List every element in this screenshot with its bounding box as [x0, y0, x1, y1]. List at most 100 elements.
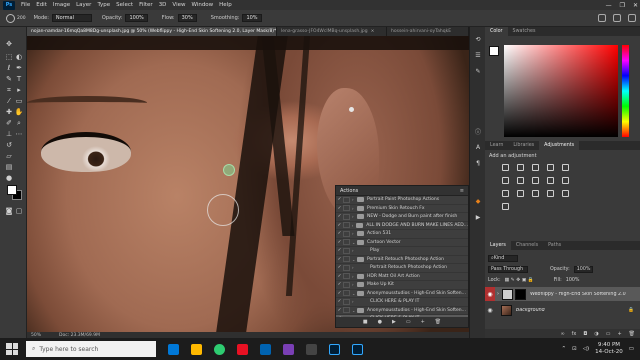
- healing-brush-tool-icon[interactable]: ✚: [5, 108, 13, 116]
- paragraph-icon[interactable]: ¶: [474, 159, 482, 167]
- photo-filter-icon[interactable]: [546, 177, 554, 184]
- marquee-tool-icon[interactable]: ⬚: [5, 53, 13, 61]
- stop-icon[interactable]: ■: [363, 319, 368, 325]
- more-tools-icon[interactable]: ⋯: [15, 130, 23, 138]
- zoom-level[interactable]: 50%: [31, 333, 41, 338]
- 3d-icon[interactable]: ◆: [474, 197, 482, 205]
- action-row[interactable]: ✓ › CLICK HERE & PLAY IT: [336, 298, 468, 307]
- foreground-color-swatch[interactable]: [489, 46, 499, 56]
- tab-document-3[interactable]: hossein-ahirvani-oyTahqkE: [387, 27, 469, 36]
- play-icon[interactable]: ▶: [392, 319, 396, 325]
- mode-select[interactable]: Normal: [51, 14, 92, 22]
- fx-icon[interactable]: fx: [572, 331, 577, 337]
- action-row[interactable]: ✓ › Play: [336, 247, 468, 256]
- hue-slider[interactable]: [622, 45, 629, 137]
- chevron-up-icon[interactable]: ⌃: [562, 346, 567, 352]
- character-icon[interactable]: A: [474, 143, 482, 151]
- menu-view[interactable]: View: [172, 2, 185, 8]
- color-lookup-icon[interactable]: [502, 190, 509, 197]
- brightness-contrast-icon[interactable]: [502, 164, 509, 171]
- close-icon[interactable]: ×: [371, 29, 375, 34]
- menu-layer[interactable]: Layer: [76, 2, 91, 8]
- menu-window[interactable]: Window: [191, 2, 213, 8]
- adjustment-layer-icon[interactable]: ◑: [594, 331, 598, 337]
- file-explorer-icon[interactable]: [191, 343, 202, 355]
- task-view-icon[interactable]: [168, 343, 179, 355]
- close-button[interactable]: ✕: [633, 2, 638, 9]
- gradient-tool-icon[interactable]: ▤: [5, 163, 13, 171]
- zoom-tool-icon[interactable]: ⌕: [15, 119, 23, 127]
- curves-icon[interactable]: [531, 164, 539, 171]
- layer-mask-thumbnail[interactable]: [515, 288, 526, 300]
- threshold-icon[interactable]: [546, 190, 554, 197]
- visibility-eye-icon[interactable]: ◉: [485, 287, 495, 301]
- trash-icon[interactable]: 🗑: [629, 331, 635, 337]
- screen-mode-icon[interactable]: ▢: [15, 207, 23, 215]
- blend-mode-select[interactable]: Pass Through: [488, 265, 528, 273]
- tab-adjustments[interactable]: Adjustments: [539, 141, 580, 150]
- share-icon[interactable]: [628, 14, 636, 22]
- gradient-map-icon[interactable]: [561, 190, 569, 197]
- history-icon[interactable]: ⟲: [474, 35, 482, 43]
- action-row[interactable]: ✓ ⌄ Anonymousstudios - High-End Skin Softe…: [336, 290, 468, 298]
- brush-size[interactable]: 200: [17, 16, 26, 21]
- actions-icon[interactable]: ▶: [474, 213, 482, 221]
- new-group-icon[interactable]: ▭: [606, 331, 611, 337]
- action-row[interactable]: ✓ › Portrait Retouch Photoshop Action: [336, 264, 468, 273]
- menu-edit[interactable]: Edit: [36, 2, 47, 8]
- menu-help[interactable]: Help: [219, 2, 232, 8]
- workspace-icon[interactable]: [613, 14, 621, 22]
- vibrance-icon[interactable]: [561, 164, 569, 171]
- tab-layers[interactable]: Layers: [485, 241, 511, 250]
- tab-swatches[interactable]: Swatches: [508, 27, 541, 36]
- channel-mixer-icon[interactable]: [561, 177, 569, 184]
- taskbar-search-input[interactable]: ⌕ Type here to search: [26, 341, 156, 357]
- crop-tool-icon[interactable]: ⌗: [5, 86, 13, 94]
- hand-tool-icon[interactable]: ✋: [15, 108, 24, 116]
- menu-type[interactable]: Type: [97, 2, 110, 8]
- eraser-tool-icon[interactable]: ▱: [5, 152, 13, 160]
- tab-learn[interactable]: Learn: [485, 141, 508, 150]
- trash-icon[interactable]: 🗑: [435, 319, 441, 325]
- menu-select[interactable]: Select: [116, 2, 133, 8]
- history-brush-tool-icon[interactable]: ↺: [5, 141, 13, 149]
- eyedropper-tool-icon[interactable]: ⁄: [5, 97, 13, 105]
- tab-libraries[interactable]: Libraries: [508, 141, 539, 150]
- new-action-icon[interactable]: +: [421, 319, 425, 325]
- chevron-right-icon[interactable]: ›: [497, 291, 499, 297]
- new-set-icon[interactable]: ▭: [406, 319, 411, 325]
- dodge-tool-icon[interactable]: ◐: [15, 53, 23, 61]
- link-icon[interactable]: ∞: [560, 331, 564, 337]
- fill-field[interactable]: 100%: [566, 278, 580, 283]
- tab-document-2[interactable]: lena-grasso-JFO4WclMBq-unsplash.jpg ×: [277, 27, 387, 36]
- opera-icon[interactable]: [237, 343, 248, 355]
- visibility-eye-icon[interactable]: ◉: [485, 307, 495, 314]
- quick-select-tool-icon[interactable]: ✎: [5, 75, 13, 83]
- new-layer-icon[interactable]: +: [617, 331, 621, 337]
- quick-mask-icon[interactable]: ◙: [5, 207, 13, 215]
- info-icon[interactable]: ⓘ: [474, 127, 482, 136]
- lasso-tool-icon[interactable]: ℓ: [5, 64, 13, 72]
- brush-settings-icon[interactable]: ✎: [474, 67, 482, 75]
- media-player-icon[interactable]: [283, 343, 294, 355]
- photoshop-taskbar-icon[interactable]: [352, 343, 363, 355]
- clone-stamp-tool-icon[interactable]: ⊥: [5, 130, 13, 138]
- action-row[interactable]: ✓ ⌄ Portrait Retouch Photoshop Action: [336, 256, 468, 264]
- brush-tool-icon[interactable]: ✐: [5, 119, 13, 127]
- action-row[interactable]: ✓ › Make Up Kit: [336, 281, 468, 290]
- brush-tool-icon[interactable]: [6, 13, 15, 23]
- action-row[interactable]: ✓ ⌄ Anonymousstudios - High-End Skin Softe…: [336, 307, 468, 315]
- notifications-icon[interactable]: ▭: [629, 346, 634, 352]
- foreground-color-swatch[interactable]: [7, 185, 17, 195]
- action-row[interactable]: ✓ › NEW - Dodge and Burn paint after finis…: [336, 213, 468, 222]
- action-row[interactable]: ✓ › HDR Matt Oil Art Action: [336, 273, 468, 281]
- tab-color[interactable]: Color: [485, 27, 508, 36]
- layer-row[interactable]: ◉ Background 🔒: [485, 303, 640, 317]
- action-row[interactable]: ✓ › Premium Skin Retouch Fx: [336, 205, 468, 213]
- layer-kind-select[interactable]: ⌕ Kind: [488, 254, 518, 262]
- properties-icon[interactable]: ☰: [474, 51, 482, 59]
- search-icon[interactable]: [598, 14, 606, 22]
- flow-field[interactable]: 30%: [177, 14, 197, 22]
- move-tool-icon[interactable]: ✥: [5, 40, 13, 48]
- black-white-icon[interactable]: [531, 177, 539, 184]
